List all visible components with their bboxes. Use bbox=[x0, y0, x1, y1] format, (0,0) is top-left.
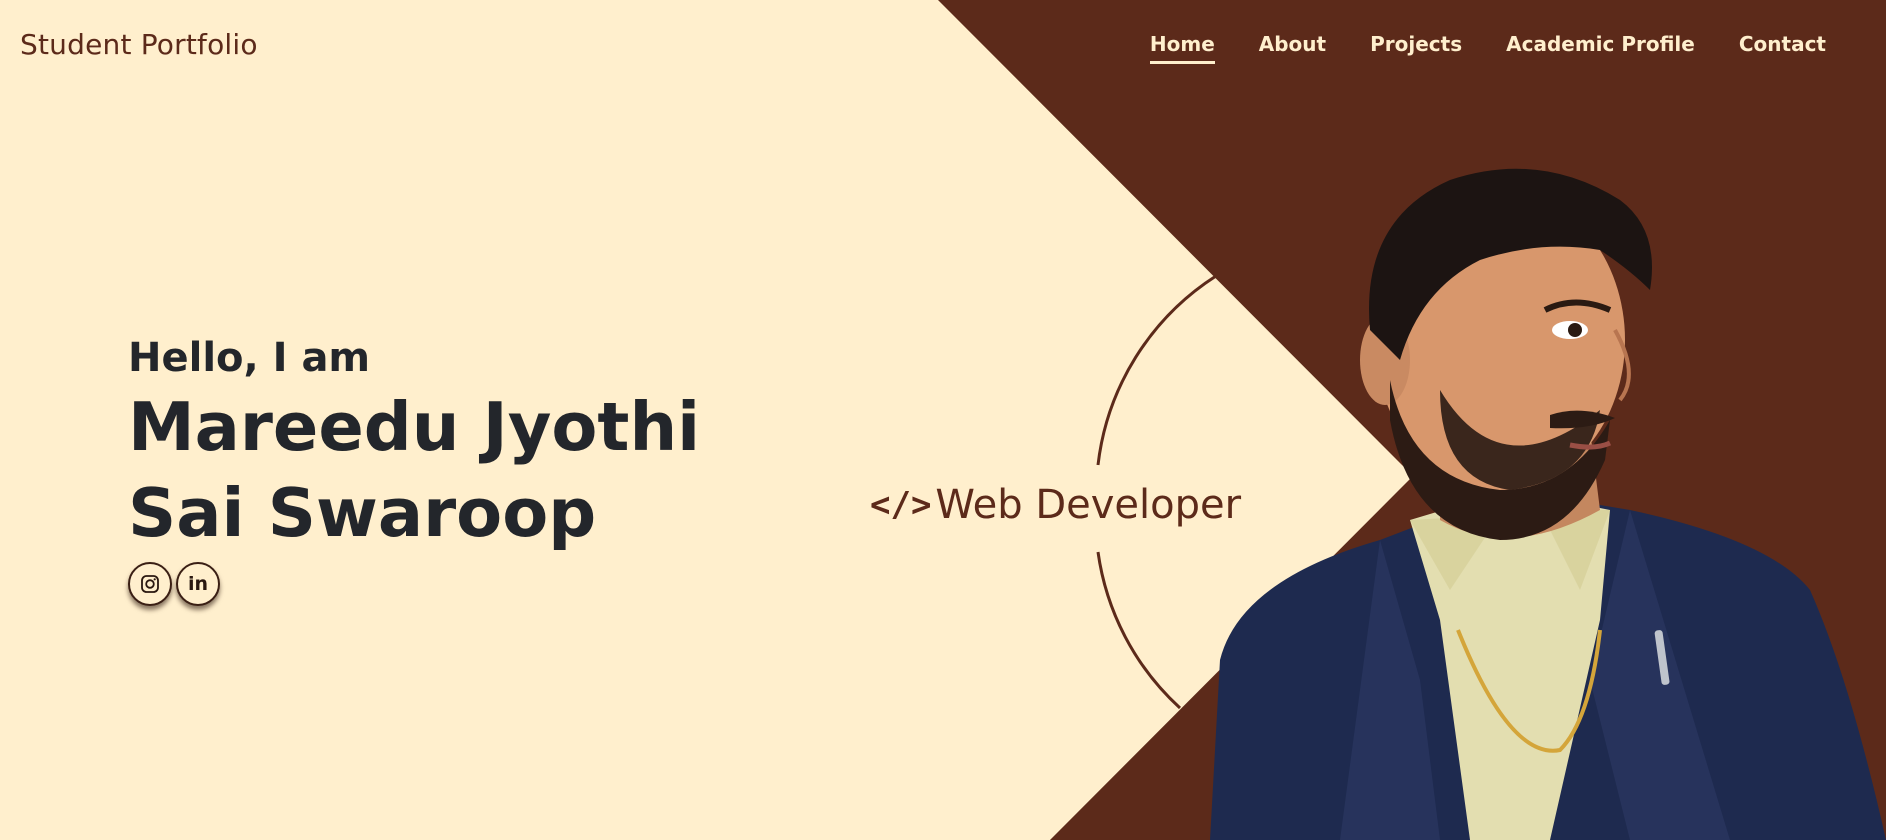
social-links: in bbox=[128, 562, 220, 606]
instagram-icon bbox=[141, 575, 159, 593]
hero-name-line2: Sai Swaroop bbox=[128, 474, 597, 552]
hero-intro: Hello, I am Mareedu Jyothi Sai Swaroop bbox=[128, 332, 700, 556]
nav-projects[interactable]: Projects bbox=[1370, 32, 1462, 64]
main-nav: Home About Projects Academic Profile Con… bbox=[1149, 32, 1826, 64]
linkedin-button[interactable]: in bbox=[176, 562, 220, 606]
nav-contact[interactable]: Contact bbox=[1739, 32, 1826, 64]
nav-about[interactable]: About bbox=[1259, 32, 1326, 64]
instagram-button[interactable] bbox=[128, 562, 172, 606]
site-logo[interactable]: Student Portfolio bbox=[20, 28, 258, 61]
linkedin-icon: in bbox=[187, 573, 209, 595]
nav-academic-profile[interactable]: Academic Profile bbox=[1506, 32, 1695, 64]
nav-home[interactable]: Home bbox=[1149, 32, 1215, 64]
hero-name-line1: Mareedu Jyothi bbox=[128, 388, 701, 466]
role-label: Web Developer bbox=[935, 482, 1242, 528]
profile-photo bbox=[1210, 168, 1886, 840]
code-icon: </> bbox=[870, 485, 932, 525]
hero-role: </> Web Developer bbox=[870, 482, 1241, 528]
hero-greeting: Hello, I am bbox=[128, 335, 371, 381]
